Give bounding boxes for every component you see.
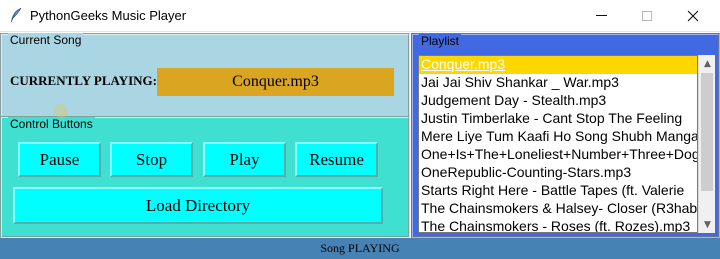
playlist-item-selected[interactable]: Conquer.mp3 [419,56,697,74]
playlist-item[interactable]: Jai Jai Shiv Shankar _ War.mp3 [419,74,697,92]
logo-icon [54,104,68,118]
scroll-up-icon[interactable]: ▲ [699,55,716,72]
minimize-button[interactable] [578,0,624,31]
scroll-down-icon[interactable]: ▼ [699,216,716,233]
playlist-scrollbar[interactable]: ▲ ▼ [698,55,715,233]
playlist-item[interactable]: Starts Right Here - Battle Tapes (ft. Va… [419,182,697,200]
title-bar: PythonGeeks Music Player [0,0,720,32]
currently-playing-label: CURRENTLY PLAYING: [10,73,157,88]
current-song-name: Conquer.mp3 [232,73,319,90]
status-bar: Song PLAYING [0,238,720,259]
playlist-item[interactable]: Judgement Day - Stealth.mp3 [419,92,697,110]
playlist-item[interactable]: Mere Liye Tum Kaafi Ho Song Shubh Mangal [419,128,697,146]
current-song-frame-title: Current Song [8,33,84,47]
playlist-item[interactable]: The Chainsmokers - Roses (ft. Rozes).mp3 [419,218,697,232]
load-directory-button[interactable]: Load Directory [13,187,383,224]
logo-watermark [54,104,102,122]
minimize-icon [595,15,607,16]
pause-button[interactable]: Pause [18,142,101,177]
close-icon [687,10,699,21]
status-text: Song PLAYING [320,241,400,255]
playlist-item[interactable]: One+Is+The+Loneliest+Number+Three+Dog [419,146,697,164]
scrollbar-thumb[interactable] [701,73,713,191]
feather-icon [11,7,22,22]
current-song-display: Conquer.mp3 [157,68,394,96]
window-title: PythonGeeks Music Player [30,8,187,23]
playlist-item[interactable]: Justin Timberlake - Cant Stop The Feelin… [419,110,697,128]
play-button[interactable]: Play [203,142,286,177]
playlist-listbox[interactable]: Conquer.mp3 Jai Jai Shiv Shankar _ War.m… [418,55,698,233]
playlist-frame-title: Playlist [419,34,462,48]
resume-button[interactable]: Resume [295,142,378,177]
maximize-button[interactable] [624,0,670,31]
playlist-item[interactable]: The Chainsmokers & Halsey- Closer (R3hab [419,200,697,218]
maximize-icon [642,10,652,21]
stop-button[interactable]: Stop [110,142,193,177]
close-button[interactable] [670,0,716,31]
playlist-item[interactable]: OneRepublic-Counting-Stars.mp3 [419,164,697,182]
